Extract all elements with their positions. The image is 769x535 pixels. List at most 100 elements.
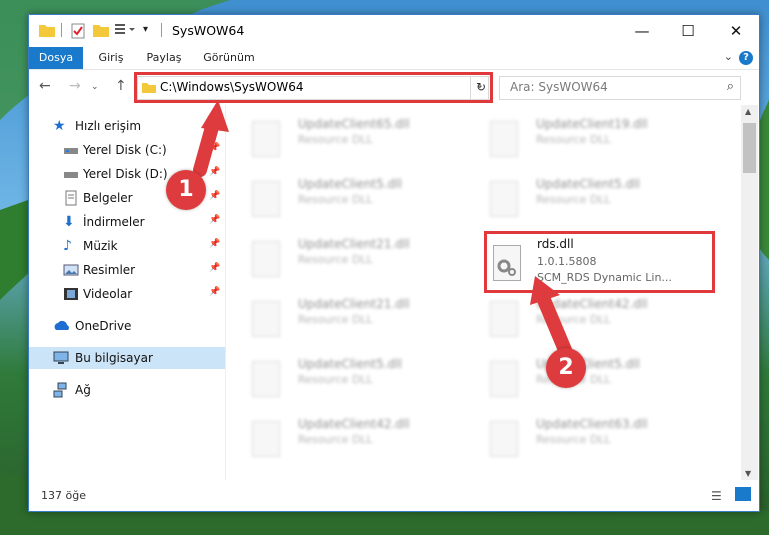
file-description: Resource DLL	[536, 193, 611, 206]
file-item[interactable]: UpdateClient21.dll Resource DLL	[226, 293, 456, 343]
nav-this-pc[interactable]: Bu bilgisayar	[29, 347, 225, 369]
details-view-icon[interactable]: ☰	[711, 489, 722, 503]
folder-icon	[39, 23, 55, 40]
tab-home[interactable]: Giriş	[89, 47, 133, 69]
ribbon-expand-icon[interactable]: ⌄	[724, 50, 733, 63]
file-description: Resource DLL	[536, 433, 611, 446]
step-marker-2: 2	[546, 348, 586, 388]
nav-label: Müzik	[83, 239, 118, 253]
pin-icon[interactable]: 📌	[209, 287, 220, 297]
nav-label: Resimler	[83, 263, 136, 277]
dll-file-icon	[490, 121, 518, 157]
nav-label: Bu bilgisayar	[75, 351, 153, 365]
search-input[interactable]: Ara: SysWOW64 ⌕	[499, 76, 741, 100]
download-icon: ⬇	[63, 214, 75, 230]
up-arrow-icon[interactable]: ↑	[115, 78, 127, 94]
large-icons-view-icon[interactable]	[735, 487, 751, 501]
pin-icon[interactable]: 📌	[209, 167, 220, 177]
minimize-button[interactable]: —	[619, 15, 665, 47]
pin-icon[interactable]: 📌	[209, 191, 220, 201]
nav-onedrive[interactable]: OneDrive	[29, 315, 225, 337]
nav-label: Belgeler	[83, 191, 133, 205]
file-item[interactable]: UpdateClient42.dll Resource DLL	[226, 413, 456, 463]
tab-share[interactable]: Paylaş	[139, 47, 189, 69]
nav-label: Ağ	[75, 383, 91, 397]
nav-item-pictures[interactable]: Resimler 📌	[29, 259, 225, 281]
nav-label: OneDrive	[75, 319, 132, 333]
title-bar: ▾ SysWOW64 — ☐ ✕	[29, 15, 759, 47]
dll-file-icon	[490, 181, 518, 217]
file-item[interactable]: UpdateClient5.dll Resource DLL	[226, 173, 456, 223]
quick-access-dropdown-icon[interactable]: ▾	[143, 24, 148, 35]
nav-network[interactable]: Ağ	[29, 379, 225, 401]
file-name: UpdateClient42.dll	[298, 417, 410, 431]
file-description: Resource DLL	[298, 193, 373, 206]
pin-icon[interactable]: 📌	[209, 143, 220, 153]
file-item[interactable]: UpdateClient21.dll Resource DLL	[226, 233, 456, 283]
nav-item-local-disk-c[interactable]: Yerel Disk (C:) 📌	[29, 139, 225, 161]
search-icon: ⌕	[726, 79, 734, 94]
tab-file[interactable]: Dosya	[29, 47, 83, 69]
pin-icon[interactable]: 📌	[209, 239, 220, 249]
dll-file-icon	[490, 421, 518, 457]
back-arrow-icon[interactable]: ←	[39, 78, 51, 94]
file-name: UpdateClient63.dll	[536, 417, 648, 431]
file-description: Resource DLL	[298, 133, 373, 146]
file-item[interactable]: UpdateClient65.dll Resource DLL	[226, 113, 456, 163]
file-item[interactable]: UpdateClient42.dll Resource DLL	[464, 293, 694, 343]
file-description: Resource DLL	[536, 313, 611, 326]
dll-file-icon	[490, 361, 518, 397]
step-marker-1: 1	[166, 170, 206, 210]
file-description: Resource DLL	[298, 433, 373, 446]
nav-item-videos[interactable]: Videolar 📌	[29, 283, 225, 305]
file-item[interactable]: UpdateClient63.dll Resource DLL	[464, 413, 694, 463]
tab-view[interactable]: Görünüm	[197, 47, 261, 69]
properties-icon[interactable]	[71, 23, 85, 42]
nav-item-downloads[interactable]: ⬇ İndirmeler 📌	[29, 211, 225, 233]
drive-icon	[63, 142, 79, 158]
customize-toolbar-icon[interactable]	[115, 23, 137, 40]
file-description: Resource DLL	[298, 253, 373, 266]
nav-quick-access[interactable]: ★ Hızlı erişim	[29, 115, 225, 137]
dll-file-icon	[252, 301, 280, 337]
nav-label: İndirmeler	[83, 215, 145, 229]
dll-file-icon	[252, 241, 280, 277]
navigation-pane: ★ Hızlı erişim Yerel Disk (C:) 📌 Yerel D…	[29, 105, 225, 480]
maximize-button[interactable]: ☐	[665, 15, 711, 47]
dll-file-icon	[252, 421, 280, 457]
nav-item-music[interactable]: ♪ Müzik 📌	[29, 235, 225, 257]
nav-label: Hızlı erişim	[75, 119, 142, 133]
scroll-thumb[interactable]	[743, 123, 756, 173]
help-icon[interactable]: ?	[739, 51, 753, 65]
nav-label: Yerel Disk (D:)	[83, 167, 168, 181]
file-description: Resource DLL	[536, 133, 611, 146]
cloud-icon	[53, 318, 69, 334]
search-placeholder: Ara: SysWOW64	[510, 80, 608, 94]
drive-icon	[63, 166, 79, 182]
file-description: Resource DLL	[298, 373, 373, 386]
ribbon-tabs: Dosya Giriş Paylaş Görünüm ⌄ ?	[29, 47, 759, 70]
pin-icon[interactable]: 📌	[209, 215, 220, 225]
recent-locations-icon[interactable]: ⌄	[91, 82, 99, 92]
close-button[interactable]: ✕	[713, 15, 759, 47]
nav-label: Yerel Disk (C:)	[83, 143, 167, 157]
file-name: UpdateClient21.dll	[298, 297, 410, 311]
file-item[interactable]: UpdateClient5.dll Resource DLL	[226, 353, 456, 403]
scroll-up-icon[interactable]: ▲	[745, 107, 751, 116]
network-icon	[53, 382, 69, 398]
file-name: UpdateClient21.dll	[298, 237, 410, 251]
dll-file-icon	[252, 361, 280, 397]
star-icon: ★	[53, 118, 66, 134]
file-item[interactable]: UpdateClient19.dll Resource DLL	[464, 113, 694, 163]
vertical-scrollbar[interactable]: ▲ ▼	[741, 105, 758, 480]
forward-arrow-icon[interactable]: →	[69, 78, 81, 94]
computer-icon	[53, 350, 69, 366]
pin-icon[interactable]: 📌	[209, 263, 220, 273]
status-bar: 137 öğe ☰	[29, 481, 759, 511]
new-folder-icon[interactable]	[93, 23, 109, 40]
document-icon	[63, 190, 79, 206]
dll-file-icon	[252, 181, 280, 217]
scroll-down-icon[interactable]: ▼	[745, 469, 751, 478]
separator	[61, 23, 62, 37]
file-item[interactable]: UpdateClient5.dll Resource DLL	[464, 173, 694, 223]
